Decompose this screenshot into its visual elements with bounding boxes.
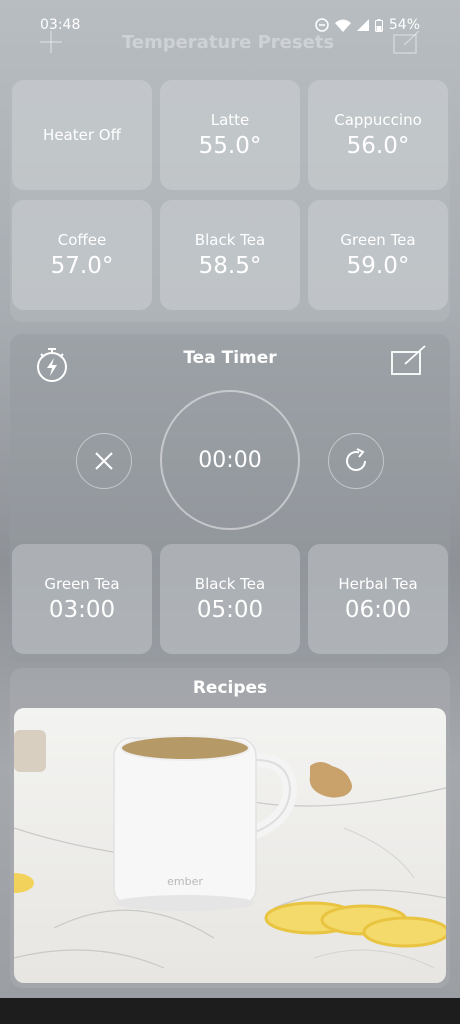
preset-cappuccino[interactable]: Cappuccino 56.0° <box>308 80 448 190</box>
status-time: 03:48 <box>40 17 81 33</box>
timer-dial[interactable]: 00:00 <box>160 390 300 530</box>
preset-label: Cappuccino <box>334 111 422 129</box>
status-icons: 54% <box>315 17 420 33</box>
preset-label: Latte <box>210 111 250 129</box>
preset-label: Heater Off <box>43 126 121 144</box>
preset-label: Black Tea <box>194 231 266 249</box>
preset-value: 55.0° <box>198 133 262 159</box>
preset-heater-off[interactable]: Heater Off <box>12 80 152 190</box>
temperature-presets: Heater Off Latte 55.0° Cappuccino 56.0° … <box>10 68 450 322</box>
preset-value: 59.0° <box>346 253 410 279</box>
tea-timer: Tea Timer 00:00 Green Tea 03:00 Black Te… <box>10 334 450 662</box>
wifi-icon <box>334 19 351 32</box>
edit-icon[interactable] <box>390 344 428 378</box>
preset-latte[interactable]: Latte 55.0° <box>160 80 300 190</box>
preset-value: 58.5° <box>198 253 262 279</box>
timer-preset-herbal-tea[interactable]: Herbal Tea 06:00 <box>308 544 448 654</box>
status-bar: 03:48 54% <box>0 0 460 50</box>
preset-green-tea[interactable]: Green Tea 59.0° <box>308 200 448 310</box>
recipes-section: Recipes ember <box>10 668 450 988</box>
close-icon <box>95 452 113 470</box>
refresh-icon <box>346 448 366 471</box>
timer-title: Tea Timer <box>183 348 277 368</box>
do-not-disturb-icon <box>315 18 329 32</box>
timer-preset-value: 03:00 <box>48 597 116 623</box>
timer-preset-label: Black Tea <box>194 575 266 593</box>
reset-timer-button[interactable] <box>328 433 384 489</box>
timer-preset-green-tea[interactable]: Green Tea 03:00 <box>12 544 152 654</box>
timer-display: 00:00 <box>198 447 262 473</box>
timer-preset-label: Herbal Tea <box>338 575 418 593</box>
preset-value: 56.0° <box>346 133 410 159</box>
timer-preset-value: 05:00 <box>196 597 264 623</box>
mug-brand: ember <box>167 875 203 888</box>
battery-icon <box>374 18 383 32</box>
signal-icon <box>356 19 369 31</box>
timer-preset-label: Green Tea <box>44 575 120 593</box>
preset-coffee[interactable]: Coffee 57.0° <box>12 200 152 310</box>
timer-preset-black-tea[interactable]: Black Tea 05:00 <box>160 544 300 654</box>
navigation-bar <box>0 998 460 1024</box>
preset-black-tea[interactable]: Black Tea 58.5° <box>160 200 300 310</box>
cancel-timer-button[interactable] <box>76 433 132 489</box>
recipe-card-image[interactable]: ember <box>14 708 446 983</box>
mug-photo: ember <box>14 730 446 969</box>
recipes-title: Recipes <box>192 678 268 698</box>
preset-label: Coffee <box>57 231 107 249</box>
preset-label: Green Tea <box>340 231 416 249</box>
timer-preset-value: 06:00 <box>344 597 412 623</box>
battery-level: 54% <box>388 17 420 33</box>
preset-value: 57.0° <box>50 253 114 279</box>
